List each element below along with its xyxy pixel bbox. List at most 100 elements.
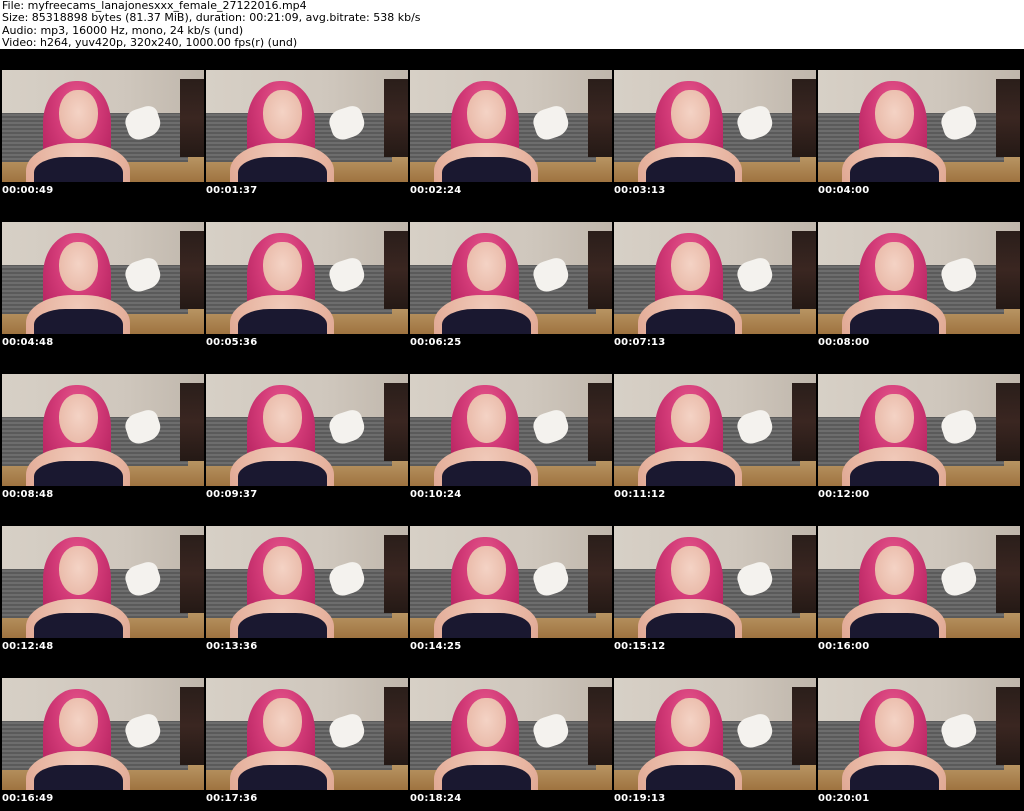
- size-duration-line: Size: 85318898 bytes (81.37 MiB), durati…: [2, 11, 421, 25]
- frame-cell: 00:15:12: [612, 505, 816, 657]
- face: [58, 546, 98, 596]
- video-info-line: Video: h264, yuv420p, 320x240, 1000.00 f…: [2, 36, 298, 50]
- face: [262, 546, 302, 596]
- person: [842, 537, 963, 638]
- clothing: [237, 765, 328, 790]
- face: [262, 242, 302, 292]
- shelf: [791, 230, 816, 310]
- shelf: [995, 230, 1020, 310]
- frame-timestamp: 00:00:49: [2, 185, 54, 196]
- frame-thumbnail: [410, 526, 612, 638]
- person: [230, 689, 351, 790]
- frame-cell: 00:02:24: [408, 49, 612, 201]
- face: [466, 90, 506, 140]
- frame-timestamp: 00:17:36: [206, 793, 258, 804]
- frame-cell: 00:03:13: [612, 49, 816, 201]
- frame-thumbnail: [2, 374, 204, 486]
- frame-thumbnail: [206, 70, 408, 182]
- frame-thumbnail: [206, 222, 408, 334]
- frame-timestamp: 00:11:12: [614, 489, 666, 500]
- frame-cell: 00:08:00: [816, 201, 1020, 353]
- frame-cell: 00:01:37: [204, 49, 408, 201]
- clothing: [441, 461, 532, 486]
- frame-cell: 00:13:36: [204, 505, 408, 657]
- person: [230, 385, 351, 486]
- face: [670, 242, 710, 292]
- face: [670, 90, 710, 140]
- frame-thumbnail: [2, 678, 204, 790]
- frame-cell: 00:16:00: [816, 505, 1020, 657]
- face: [874, 394, 914, 444]
- clothing: [849, 765, 940, 790]
- contact-sheet: File: myfreecams_lanajonesxxx_female_271…: [0, 0, 1024, 811]
- frame-cell: 00:16:49: [0, 657, 204, 809]
- face: [670, 698, 710, 748]
- frame-thumbnail: [2, 70, 204, 182]
- person: [842, 385, 963, 486]
- person: [434, 81, 555, 182]
- frame-thumbnail: [818, 526, 1020, 638]
- frame-thumbnail: [2, 222, 204, 334]
- frame-thumbnail: [410, 70, 612, 182]
- frame-timestamp: 00:16:00: [818, 641, 870, 652]
- frame-timestamp: 00:12:00: [818, 489, 870, 500]
- clothing: [441, 309, 532, 334]
- frame-cell: 00:12:48: [0, 505, 204, 657]
- person: [434, 537, 555, 638]
- frame-cell: 00:14:25: [408, 505, 612, 657]
- shelf: [179, 78, 204, 158]
- shelf: [179, 230, 204, 310]
- frame-cell: 00:20:01: [816, 657, 1020, 809]
- person: [842, 81, 963, 182]
- frame-timestamp: 00:04:48: [2, 337, 54, 348]
- person: [26, 385, 147, 486]
- shelf: [995, 534, 1020, 614]
- shelf: [587, 230, 612, 310]
- person: [26, 689, 147, 790]
- frame-cell: 00:17:36: [204, 657, 408, 809]
- person: [230, 233, 351, 334]
- face: [58, 90, 98, 140]
- frame-timestamp: 00:07:13: [614, 337, 666, 348]
- shelf: [383, 534, 408, 614]
- shelf: [587, 534, 612, 614]
- clothing: [33, 309, 124, 334]
- clothing: [645, 309, 736, 334]
- face: [874, 242, 914, 292]
- face: [466, 546, 506, 596]
- shelf: [587, 78, 612, 158]
- frame-thumbnail: [614, 70, 816, 182]
- clothing: [645, 461, 736, 486]
- face: [262, 90, 302, 140]
- clothing: [237, 157, 328, 182]
- shelf: [383, 382, 408, 462]
- face: [466, 394, 506, 444]
- frame-thumbnail: [410, 374, 612, 486]
- frame-thumbnail: [818, 678, 1020, 790]
- frame-timestamp: 00:12:48: [2, 641, 54, 652]
- person: [26, 233, 147, 334]
- person: [842, 233, 963, 334]
- frame-timestamp: 00:02:24: [410, 185, 462, 196]
- shelf: [587, 382, 612, 462]
- shelf: [791, 382, 816, 462]
- face: [874, 698, 914, 748]
- face: [670, 546, 710, 596]
- face: [58, 242, 98, 292]
- shelf: [791, 78, 816, 158]
- frame-cell: 00:19:13: [612, 657, 816, 809]
- frame-cell: 00:09:37: [204, 353, 408, 505]
- person: [230, 537, 351, 638]
- clothing: [33, 157, 124, 182]
- shelf: [383, 230, 408, 310]
- frame-thumbnail: [614, 374, 816, 486]
- shelf: [995, 382, 1020, 462]
- frame-timestamp: 00:18:24: [410, 793, 462, 804]
- frame-cell: 00:04:48: [0, 201, 204, 353]
- frame-cell: 00:07:13: [612, 201, 816, 353]
- shelf: [179, 534, 204, 614]
- person: [638, 385, 759, 486]
- frame-thumbnail: [206, 678, 408, 790]
- frame-timestamp: 00:15:12: [614, 641, 666, 652]
- face: [262, 394, 302, 444]
